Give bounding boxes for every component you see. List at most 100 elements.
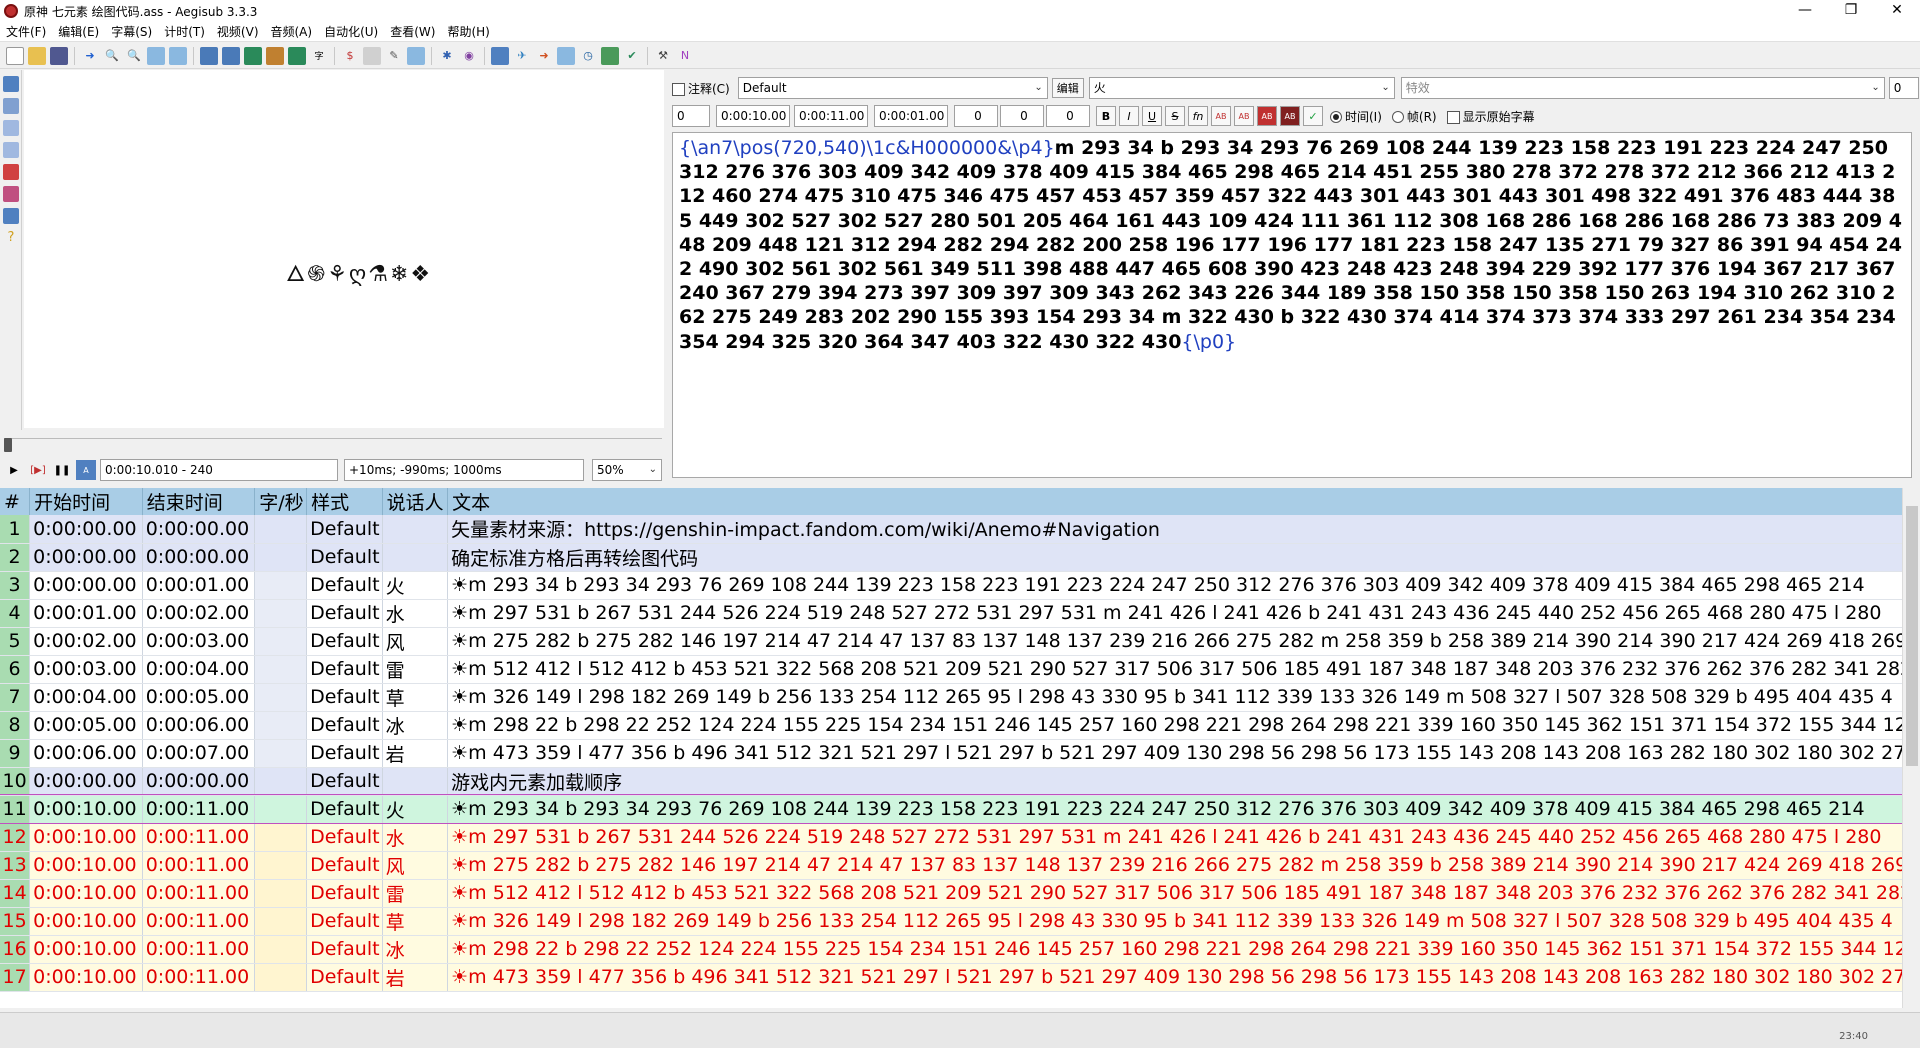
table-row[interactable]: 5 0:00:02.00 0:00:03.00 Default 风 ☀m 275 282 … [0, 627, 1920, 656]
frame-radio[interactable] [1391, 111, 1404, 123]
comment-checkbox[interactable] [672, 82, 685, 96]
drag-tool-icon[interactable] [3, 98, 19, 114]
frame-radio-wrap[interactable]: 帧(R) [1391, 108, 1437, 125]
table-row[interactable]: 14 0:00:10.00 0:00:11.00 Default 雷 ☀m 512 412… [0, 879, 1920, 908]
play-line-icon[interactable]: [▶] [28, 460, 48, 480]
bold-button[interactable]: B [1096, 106, 1116, 126]
start-time-field[interactable]: 0:00:10.00 [716, 105, 790, 127]
primary-color-button[interactable]: AB [1211, 106, 1231, 126]
font-button[interactable]: fn [1188, 106, 1208, 126]
table-row[interactable]: 1 0:00:00.00 0:00:00.00 Default 矢量素材来源：https… [0, 515, 1920, 544]
edit-style-button[interactable]: 编辑 [1051, 78, 1084, 98]
menu-edit[interactable]: 编辑(E) [52, 23, 105, 40]
table-row[interactable]: 9 0:00:06.00 0:00:07.00 Default 岩 ☀m 473 359 … [0, 739, 1920, 768]
vsfilter-icon[interactable]: N [676, 47, 694, 65]
table-row[interactable]: 6 0:00:03.00 0:00:04.00 Default 雷 ☀m 512 412 … [0, 655, 1920, 684]
video-display[interactable]: 🜂֍⚘ღ⚗❄❖ [24, 70, 664, 428]
close-button[interactable]: ✕ [1874, 0, 1920, 22]
zoom-select[interactable]: 50% ⌄ [592, 459, 662, 481]
audio-sync-icon[interactable]: ✈ [513, 47, 531, 65]
vector-clip-tool-icon[interactable] [3, 208, 19, 224]
clip-tool-icon[interactable] [3, 186, 19, 202]
new-file-icon[interactable] [6, 46, 24, 65]
table-row[interactable]: 17 0:00:10.00 0:00:11.00 Default 岩 ☀m 473 359… [0, 963, 1920, 992]
zoom-out-icon[interactable]: 🔍 [125, 47, 143, 65]
video-seek-bar[interactable] [4, 438, 662, 446]
save-file-icon[interactable] [50, 46, 68, 65]
table-row[interactable]: 13 0:00:10.00 0:00:11.00 Default 风 ☀m 275 282… [0, 851, 1920, 880]
play-icon[interactable]: ▶ [4, 460, 24, 480]
table-row[interactable]: 10 0:00:00.00 0:00:00.00 Default 游戏内元素加载顺序 [0, 767, 1920, 796]
close-video-icon[interactable] [169, 46, 187, 65]
rotate-xy-tool-icon[interactable] [3, 142, 19, 158]
menu-timing[interactable]: 计时(T) [158, 23, 211, 40]
secondary-color-button[interactable]: AB [1234, 106, 1254, 126]
col-header-index[interactable]: # [0, 488, 31, 515]
col-header-end[interactable]: 结束时间 [142, 488, 256, 515]
table-row[interactable]: 7 0:00:04.00 0:00:05.00 Default 草 ☀m 326 149 … [0, 683, 1920, 712]
end-time-field[interactable]: 0:00:11.00 [794, 105, 868, 127]
margin-vertical-field[interactable]: 0 [1046, 105, 1090, 127]
video-time-field[interactable]: 0:00:10.010 - 240 [100, 459, 338, 481]
actor-select[interactable]: 火 ⌄ [1088, 77, 1395, 99]
move-forward-icon[interactable]: ➜ [535, 47, 553, 65]
scrollbar-thumb[interactable] [1906, 506, 1918, 766]
col-header-style[interactable]: 样式 [306, 488, 383, 515]
properties-icon[interactable] [222, 46, 240, 65]
clipboard-icon[interactable] [363, 46, 381, 65]
help-icon[interactable]: ? [3, 230, 19, 246]
strikeout-button[interactable]: S [1165, 106, 1185, 126]
table-row[interactable]: 2 0:00:00.00 0:00:00.00 Default 确定标准方格后再转绘图代… [0, 543, 1920, 572]
subtitle-text-editor[interactable]: {\an7\pos(720,540)\1c&H000000&\p4}m 293 … [672, 132, 1912, 478]
menu-subtitle[interactable]: 字幕(S) [105, 23, 158, 40]
scale-tool-icon[interactable] [3, 164, 19, 180]
margin-left-field[interactable]: 0 [954, 105, 998, 127]
jump-to-icon[interactable]: ➜ [81, 47, 99, 65]
menu-file[interactable]: 文件(F) [0, 23, 52, 40]
styles-manager-icon[interactable] [200, 46, 218, 65]
table-row[interactable]: 15 0:00:10.00 0:00:11.00 Default 草 ☀m 326 149… [0, 907, 1920, 936]
minimize-button[interactable]: — [1782, 0, 1828, 22]
karaoke-icon[interactable]: ◉ [460, 47, 478, 65]
open-video-icon[interactable] [147, 46, 165, 65]
shadow-color-button[interactable]: AB [1280, 106, 1300, 126]
col-header-text[interactable]: 文本 [447, 488, 1920, 515]
duration-field[interactable]: 0:00:01.00 [874, 105, 948, 127]
table-row[interactable]: 16 0:00:10.00 0:00:11.00 Default 冰 ☀m 298 22 … [0, 935, 1920, 964]
show-original-wrap[interactable]: 显示原始字幕 [1446, 108, 1535, 125]
options-icon[interactable]: ⚒ [654, 47, 672, 65]
shift-times-icon[interactable] [491, 46, 509, 65]
table-row[interactable]: 4 0:00:01.00 0:00:02.00 Default 水 ☀m 297 531 … [0, 599, 1920, 628]
table-row[interactable]: 12 0:00:10.00 0:00:11.00 Default 水 ☀m 297 531… [0, 823, 1920, 852]
table-row[interactable]: 11 0:00:10.00 0:00:11.00 Default 火 ☀m 293 34 … [0, 794, 1920, 824]
table-row[interactable]: 8 0:00:05.00 0:00:06.00 Default 冰 ☀m 298 22 b… [0, 711, 1920, 740]
pen-icon[interactable]: ✎ [385, 47, 403, 65]
col-header-actor[interactable]: 说话人 [382, 488, 449, 515]
frame-icon[interactable] [557, 46, 575, 65]
copy-icon[interactable] [407, 46, 425, 65]
spell-check-icon[interactable]: $ [341, 47, 359, 65]
outline-color-button[interactable]: AB [1257, 106, 1277, 126]
effect-select[interactable]: 特效 ⌄ [1400, 77, 1885, 99]
restore-button[interactable]: ❐ [1828, 0, 1874, 22]
video-offset-field[interactable]: +10ms; -990ms; 1000ms [344, 459, 584, 481]
table-row[interactable]: 3 0:00:00.00 0:00:01.00 Default 火 ☀m 293 34 b… [0, 571, 1920, 600]
style-select[interactable]: Default ⌄ [737, 77, 1048, 99]
time-radio-wrap[interactable]: 时间(I) [1330, 108, 1382, 125]
clock-icon[interactable]: ◷ [579, 47, 597, 65]
commit-button[interactable]: ✓ [1303, 106, 1323, 126]
underline-button[interactable]: U [1142, 106, 1162, 126]
zoom-in-icon[interactable]: 🔍 [103, 47, 121, 65]
col-header-start[interactable]: 开始时间 [29, 488, 143, 515]
menu-help[interactable]: 帮助(H) [441, 23, 495, 40]
autoscroll-icon[interactable]: A [76, 460, 96, 480]
rotate-z-tool-icon[interactable] [3, 120, 19, 136]
menu-view[interactable]: 查看(W) [384, 23, 441, 40]
open-file-icon[interactable] [28, 46, 46, 65]
subtitle-grid[interactable]: # 开始时间 结束时间 字/秒 样式 说话人 文本 1 0:00:00.00 0:0… [0, 488, 1920, 1008]
stop-icon[interactable]: ❚❚ [52, 460, 72, 480]
check-icon[interactable]: ✔ [623, 47, 641, 65]
col-header-cps[interactable]: 字/秒 [254, 488, 308, 515]
attachments-icon[interactable] [244, 46, 262, 65]
show-original-checkbox[interactable] [1446, 110, 1460, 124]
